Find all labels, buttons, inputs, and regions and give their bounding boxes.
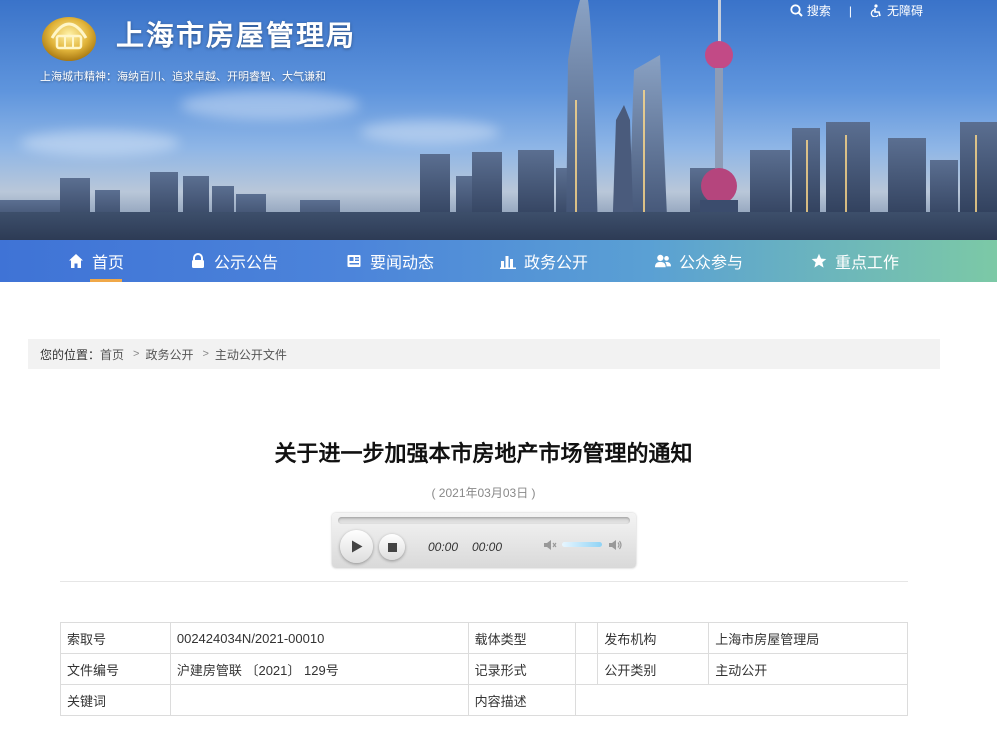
table-cell-label: 文件编号 xyxy=(60,653,171,685)
site-title: 上海市房屋管理局 xyxy=(116,19,357,52)
table-cell-label: 载体类型 xyxy=(467,622,577,654)
table-cell-value: 上海市房屋管理局 xyxy=(708,622,908,654)
table-cell-value xyxy=(169,684,469,716)
stop-button[interactable] xyxy=(379,534,405,560)
nav-item-public-participation[interactable]: 公众参与 xyxy=(655,240,743,282)
home-icon xyxy=(69,254,83,268)
breadcrumb-item-government-affairs[interactable]: 政务公开 xyxy=(145,346,193,363)
table-cell-label: 公开类别 xyxy=(597,653,710,685)
chart-icon xyxy=(500,256,516,269)
breadcrumb-item-active-documents[interactable]: 主动公开文件 xyxy=(215,346,287,363)
nav-item-announcements[interactable]: 公示公告 xyxy=(190,240,278,282)
nav-item-key-work[interactable]: 重点工作 xyxy=(811,240,899,282)
current-time: 00:00 xyxy=(428,540,459,554)
breadcrumb: 您的位置： 首页 > 政务公开 > 主动公开文件 xyxy=(28,339,940,369)
nav-item-label: 重点工作 xyxy=(835,255,900,272)
lock-icon xyxy=(192,253,204,268)
table-cell-label: 发布机构 xyxy=(597,622,710,654)
search-label: 搜索 xyxy=(806,4,831,18)
logo-emblem-icon xyxy=(42,17,96,61)
search-icon xyxy=(790,4,803,17)
table-cell-value xyxy=(575,653,599,685)
table-row: 关键词 内容描述 xyxy=(60,684,908,716)
nav-item-label: 要闻动态 xyxy=(370,255,435,272)
nav-item-label: 首页 xyxy=(92,255,125,272)
table-cell-label: 关键词 xyxy=(60,684,171,716)
top-links: 搜索 | 无障碍 xyxy=(790,2,923,19)
audio-progress-bar[interactable] xyxy=(338,517,630,524)
section-divider xyxy=(60,581,908,582)
breadcrumb-arrow: > xyxy=(202,348,209,360)
mute-icon[interactable] xyxy=(543,538,557,552)
nav-item-news[interactable]: 要闻动态 xyxy=(346,240,434,282)
nav-item-label: 公众参与 xyxy=(679,255,744,272)
main-nav: 首页 公示公告 要闻动态 政务公开 公众参与 重点工作 xyxy=(0,240,997,282)
play-button[interactable] xyxy=(340,530,373,563)
search-link[interactable]: 搜索 xyxy=(790,2,831,19)
table-row: 文件编号 沪建房管联 〔2021〕 129号 记录形式 公开类别 主动公开 xyxy=(60,653,908,685)
table-cell-label: 记录形式 xyxy=(467,653,577,685)
table-row: 索取号 002424034N/2021-00010 载体类型 发布机构 上海市房… xyxy=(60,622,908,654)
users-icon xyxy=(655,254,671,268)
document-info-table: 索取号 002424034N/2021-00010 载体类型 发布机构 上海市房… xyxy=(60,622,908,716)
duration-time: 00:00 xyxy=(472,540,503,554)
nav-item-government-affairs[interactable]: 政务公开 xyxy=(500,240,588,282)
table-cell-label: 内容描述 xyxy=(467,684,577,716)
nav-item-label: 公示公告 xyxy=(214,255,279,272)
breadcrumb-arrow: > xyxy=(133,348,140,360)
stop-icon xyxy=(387,542,397,552)
table-cell-value: 沪建房管联 〔2021〕 129号 xyxy=(169,653,469,685)
table-cell-label: 索取号 xyxy=(60,622,171,654)
audio-player: 00:00 00:00 xyxy=(332,513,636,568)
table-cell-value: 002424034N/2021-00010 xyxy=(169,622,469,654)
table-cell-value xyxy=(575,684,908,716)
nav-item-label: 政务公开 xyxy=(524,255,589,272)
news-icon xyxy=(347,255,361,267)
site-slogan: 上海城市精神：海纳百川、追求卓越、开明睿智、大气谦和 xyxy=(40,71,326,83)
volume-slider[interactable] xyxy=(562,542,602,547)
play-icon xyxy=(351,540,362,553)
article-title: 关于进一步加强本市房地产市场管理的通知 xyxy=(274,442,693,467)
table-cell-value: 主动公开 xyxy=(708,653,908,685)
breadcrumb-prefix: 您的位置： xyxy=(40,347,101,362)
table-cell-value xyxy=(575,622,599,654)
accessibility-link[interactable]: 无障碍 xyxy=(870,2,923,19)
accessibility-label: 无障碍 xyxy=(886,4,923,18)
breadcrumb-item-home[interactable]: 首页 xyxy=(100,346,124,363)
header-banner: 上海市房屋管理局 上海城市精神：海纳百川、追求卓越、开明睿智、大气谦和 搜索 |… xyxy=(0,0,997,240)
article-date: ( 2021年03月03日 ) xyxy=(431,486,536,500)
volume-max-icon[interactable] xyxy=(608,538,622,552)
star-icon xyxy=(811,253,827,268)
top-links-separator: | xyxy=(848,3,852,18)
river-water xyxy=(0,212,997,240)
nav-item-home[interactable]: 首页 xyxy=(68,240,124,282)
accessibility-icon xyxy=(870,4,881,17)
